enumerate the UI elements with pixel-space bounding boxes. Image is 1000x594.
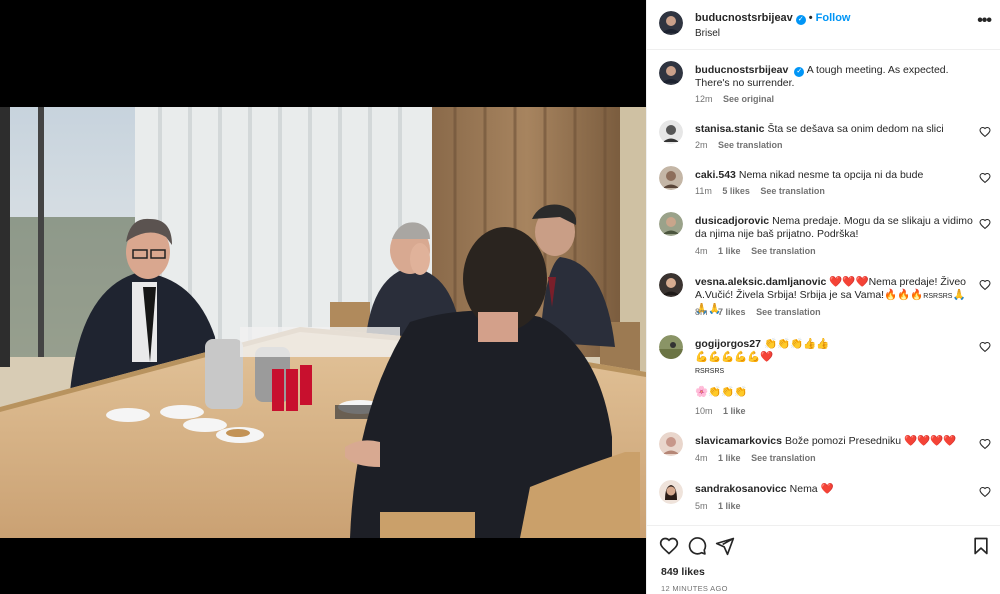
comment-time[interactable]: 4m xyxy=(695,246,708,256)
post-timestamp[interactable]: 12 MINUTES AGO xyxy=(661,584,728,593)
comment-text: Bože pomozi Presedniku xyxy=(784,435,902,447)
comment-flag-code: RSRSRS xyxy=(923,293,953,300)
comment-like-heart-icon[interactable] xyxy=(979,438,991,450)
more-options-icon[interactable]: ••• xyxy=(977,12,992,30)
comment-likes-count[interactable]: 1 like xyxy=(718,246,741,256)
commenter-avatar[interactable] xyxy=(659,120,683,144)
commenter-avatar[interactable] xyxy=(659,335,683,359)
comment-likes-count[interactable]: 1 like xyxy=(718,453,741,463)
comment-likes-count[interactable]: 7 likes xyxy=(718,307,746,317)
comment-hearts: ❤️ xyxy=(820,483,834,495)
comment-emojis: 🌸👏👏👏 xyxy=(695,386,748,398)
separator-dot: • xyxy=(808,12,813,24)
see-translation-button[interactable]: See translation xyxy=(760,186,825,196)
comment-like-heart-icon[interactable] xyxy=(979,279,991,291)
author-avatar[interactable] xyxy=(659,11,683,35)
commenter-avatar[interactable] xyxy=(659,480,683,504)
comment-time[interactable]: 4m xyxy=(695,453,708,463)
comment-username[interactable]: dusicadjorovic xyxy=(695,215,769,227)
commenter-avatar[interactable] xyxy=(659,212,683,236)
post-photo[interactable] xyxy=(0,107,646,538)
comment-username[interactable]: sandrakosanovicc xyxy=(695,483,787,495)
comments-list[interactable]: buducnostsrbijeav ✓ A tough meeting. As e… xyxy=(647,51,1000,525)
comment-like-heart-icon[interactable] xyxy=(979,341,991,353)
see-translation-button[interactable]: See translation xyxy=(751,453,816,463)
post-header: buducnostsrbijeav ✓ • Follow Brisel ••• xyxy=(647,0,1000,50)
comment-text: Nema xyxy=(789,483,818,495)
comment-username[interactable]: slavicamarkovics xyxy=(695,435,782,447)
share-icon[interactable] xyxy=(715,536,735,556)
commenter-avatar[interactable] xyxy=(659,432,683,456)
follow-button[interactable]: Follow xyxy=(816,12,851,24)
author-avatar[interactable] xyxy=(659,61,683,85)
see-translation-button[interactable]: See translation xyxy=(751,246,816,256)
comment-text: Nema nikad nesme ta opcija ni da bude xyxy=(738,169,924,181)
comment-flag-code: RSRSRS xyxy=(695,368,725,375)
comment-time[interactable]: 8m xyxy=(695,307,708,317)
instagram-post-modal: buducnostsrbijeav ✓ • Follow Brisel ••• bud… xyxy=(0,0,1000,594)
comment-like-heart-icon[interactable] xyxy=(979,218,991,230)
comment-username[interactable]: caki.543 xyxy=(695,169,736,181)
comment-likes-count[interactable]: 5 likes xyxy=(722,186,750,196)
comment-username[interactable]: vesna.aleksic.damljanovic xyxy=(695,276,826,288)
comment-like-heart-icon[interactable] xyxy=(979,486,991,498)
commenter-avatar[interactable] xyxy=(659,273,683,297)
caption-username[interactable]: buducnostsrbijeav xyxy=(695,64,788,76)
comment-time[interactable]: 5m xyxy=(695,501,708,511)
heart-icon[interactable] xyxy=(659,536,679,556)
comment-time[interactable]: 10m xyxy=(695,406,713,416)
bookmark-icon[interactable] xyxy=(971,536,991,556)
comment-text: Šta se dešava sa onim dedom na slici xyxy=(767,123,944,135)
likes-count[interactable]: 849 likes xyxy=(661,566,705,578)
comment-like-heart-icon[interactable] xyxy=(979,126,991,138)
commenter-avatar[interactable] xyxy=(659,166,683,190)
author-username[interactable]: buducnostsrbijeav xyxy=(695,12,793,24)
comment-hearts: ❤️❤️❤️ xyxy=(829,276,869,288)
post-actions: 849 likes 12 MINUTES AGO xyxy=(647,525,1000,594)
post-side-panel: buducnostsrbijeav ✓ • Follow Brisel ••• bud… xyxy=(646,0,1000,594)
comment-like-heart-icon[interactable] xyxy=(979,172,991,184)
comment-username[interactable]: gogijorgos27 xyxy=(695,338,761,350)
verified-badge-icon: ✓ xyxy=(794,67,805,77)
see-original-button[interactable]: See original xyxy=(723,94,774,104)
verified-badge-icon: ✓ xyxy=(795,15,806,25)
comment-time[interactable]: 11m xyxy=(695,186,712,196)
comment-icon[interactable] xyxy=(687,536,707,556)
comment-likes-count[interactable]: 1 like xyxy=(723,406,746,416)
comment-hearts: ❤️❤️❤️❤️ xyxy=(904,435,957,447)
see-translation-button[interactable]: See translation xyxy=(756,307,821,317)
post-location[interactable]: Brisel xyxy=(695,28,720,39)
comment-likes-count[interactable]: 1 like xyxy=(718,501,741,511)
post-media xyxy=(0,0,646,594)
comment-username[interactable]: stanisa.stanic xyxy=(695,123,764,135)
caption-time[interactable]: 12m xyxy=(695,94,713,104)
see-translation-button[interactable]: See translation xyxy=(718,140,783,150)
comment-emojis: 👏👏👏👍👍 xyxy=(763,338,830,350)
comment-time[interactable]: 2m xyxy=(695,140,708,150)
comment-emojis: 💪💪💪💪💪❤️ xyxy=(695,351,774,363)
